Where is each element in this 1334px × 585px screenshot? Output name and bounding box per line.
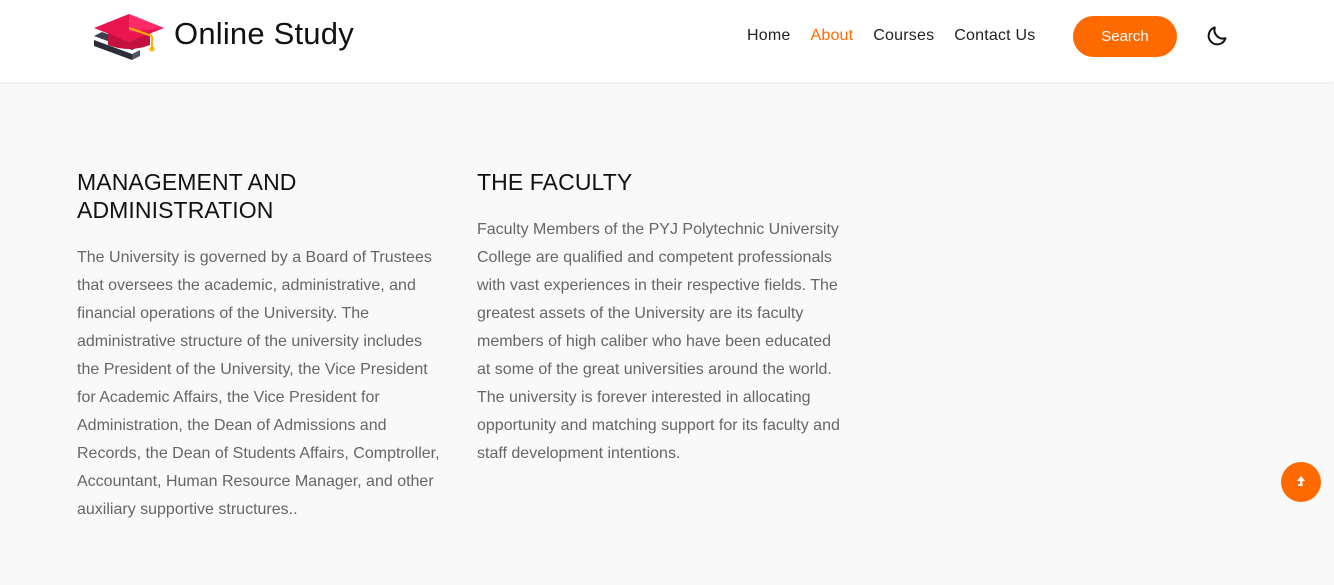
faculty-body: Faculty Members of the PYJ Polytechnic U… — [477, 221, 840, 462]
scroll-to-top-button[interactable] — [1281, 462, 1321, 502]
graduation-cap-icon — [94, 14, 164, 60]
management-heading: MANAGEMENT AND ADMINISTRATION — [77, 169, 297, 223]
management-body: The University is governed by a Board of… — [77, 249, 440, 518]
brand-name: Online Study — [174, 16, 354, 51]
brand-home-link[interactable]: Online Study — [92, 12, 354, 64]
arrow-up-icon — [1297, 476, 1305, 486]
main-nav: Home About Courses Contact Us — [747, 27, 1055, 45]
top-navbar: Online Study Home About Courses Contact … — [0, 0, 1334, 83]
nav-item-about[interactable]: About — [810, 27, 853, 45]
moon-icon[interactable] — [1205, 24, 1229, 48]
nav-item-courses[interactable]: Courses — [873, 27, 934, 45]
management-section: MANAGEMENT AND ADMINISTRATION The Univer… — [77, 168, 447, 524]
faculty-heading: THE FACULTY — [477, 169, 633, 195]
nav-item-contact-us[interactable]: Contact Us — [954, 27, 1035, 45]
faculty-section: THE FACULTY Faculty Members of the PYJ P… — [477, 168, 847, 468]
search-button[interactable]: Search — [1073, 16, 1177, 57]
nav-item-home[interactable]: Home — [747, 27, 790, 45]
